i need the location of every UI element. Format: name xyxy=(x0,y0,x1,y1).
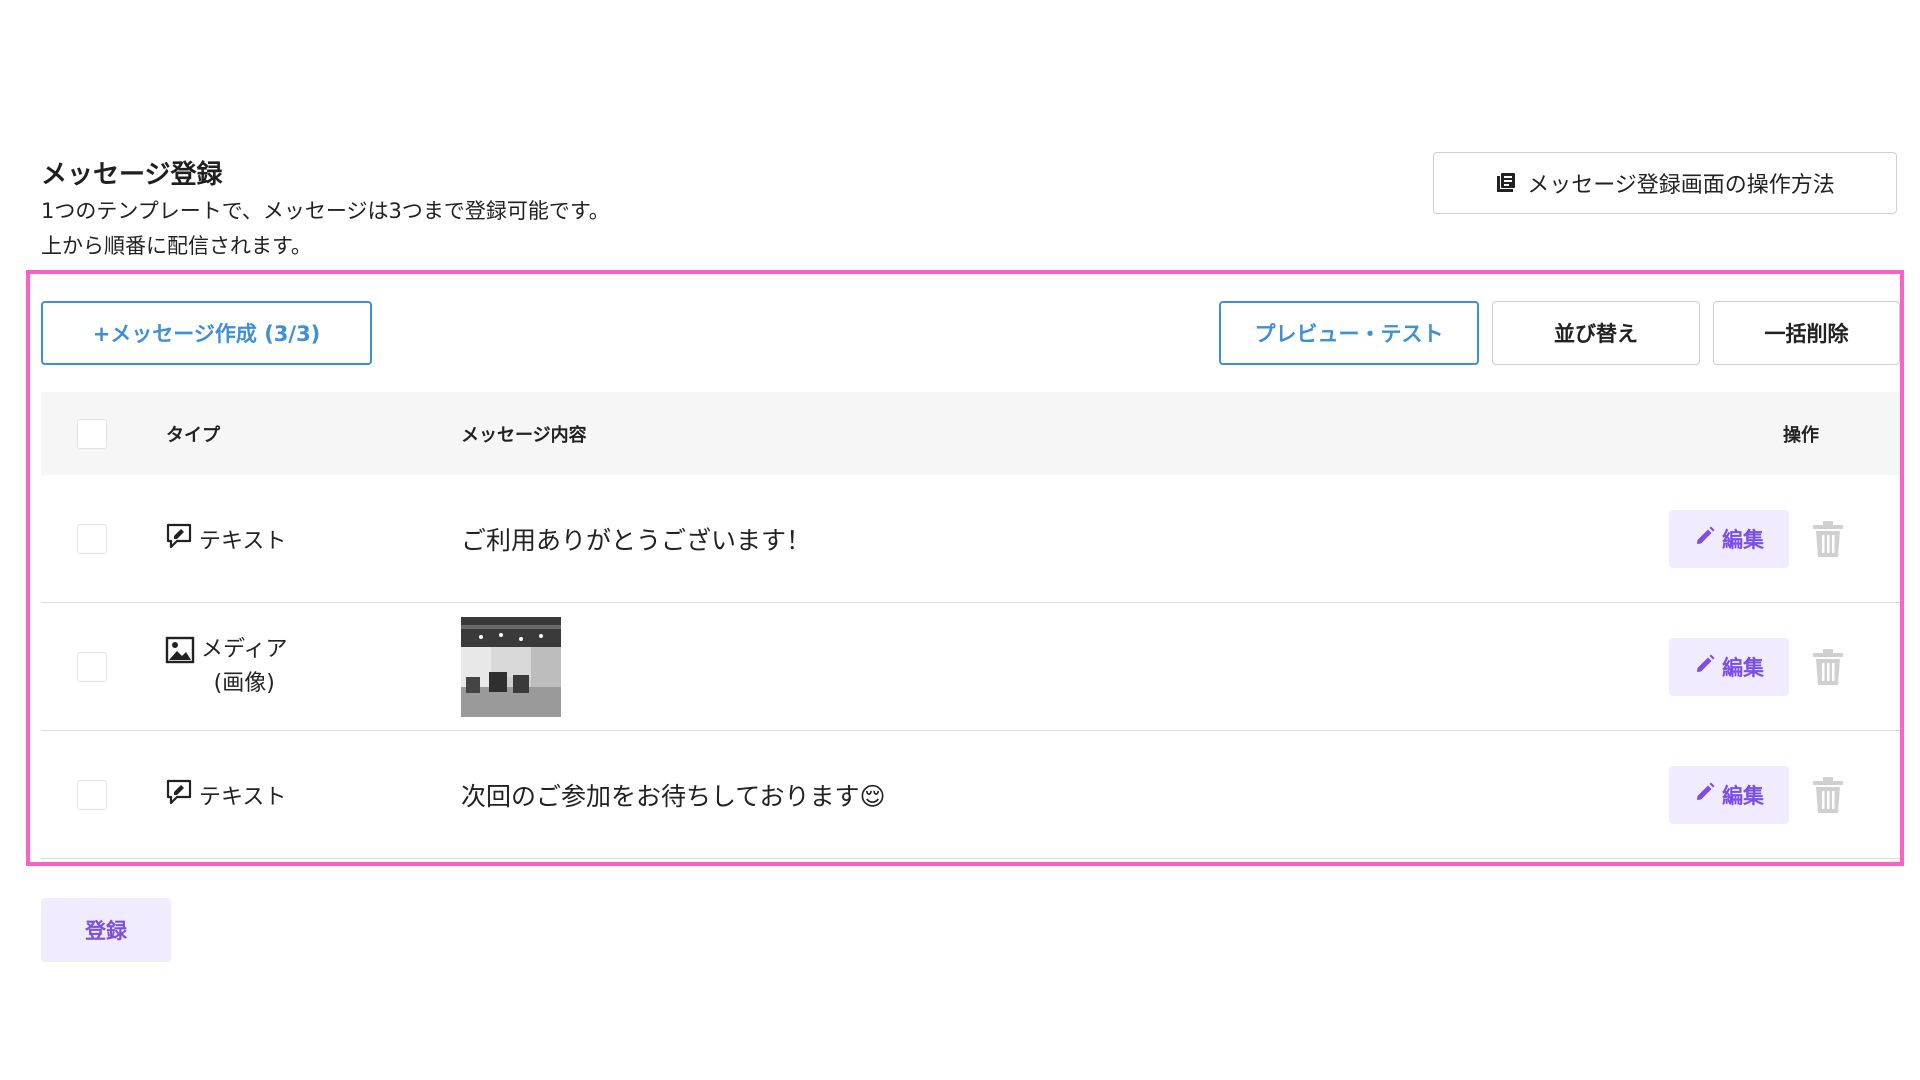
edit-label: 編集 xyxy=(1722,783,1764,808)
row-checkbox-cell xyxy=(77,731,107,858)
bulk-delete-button[interactable]: 一括削除 xyxy=(1713,301,1900,365)
row-operations: 編集 xyxy=(1669,731,1845,858)
message-table: タイプ メッセージ内容 操作 テキスト ご利用ありがとうございます！ 編集 メデ… xyxy=(41,392,1900,859)
description-line-1: 1つのテンプレートで、メッセージは3つまで登録可能です。 xyxy=(41,199,610,223)
row-checkbox[interactable] xyxy=(77,523,107,554)
row-checkbox-cell xyxy=(77,603,107,730)
message-content: ご利用ありがとうございます！ xyxy=(461,525,812,555)
row-checkbox-cell xyxy=(77,475,107,602)
pencil-icon xyxy=(1694,525,1716,552)
create-message-button[interactable]: +メッセージ作成 (3/3) xyxy=(41,301,372,365)
table-row: テキスト ご利用ありがとうございます！ 編集 xyxy=(41,475,1900,603)
column-header-operations: 操作 xyxy=(1783,424,1819,446)
sort-button[interactable]: 並び替え xyxy=(1492,301,1700,365)
edit-button[interactable]: 編集 xyxy=(1669,637,1789,696)
row-operations: 編集 xyxy=(1669,603,1845,730)
type-label: テキスト xyxy=(199,528,287,554)
header-checkbox-cell xyxy=(77,392,107,475)
row-type-cell: テキスト xyxy=(165,731,286,858)
message-registration-page: メッセージ登録 1つのテンプレートで、メッセージは3つまで登録可能です。 上から… xyxy=(0,0,1920,1080)
column-header-type: タイプ xyxy=(166,424,220,446)
description-line-2: 上から順番に配信されます。 xyxy=(41,234,312,258)
row-checkbox[interactable] xyxy=(77,651,107,682)
select-all-checkbox[interactable] xyxy=(77,418,107,449)
trash-icon[interactable] xyxy=(1811,648,1845,686)
trash-icon[interactable] xyxy=(1811,776,1845,814)
table-header: タイプ メッセージ内容 操作 xyxy=(41,392,1900,475)
message-content xyxy=(461,603,561,730)
type-sub-label: (画像) xyxy=(213,670,275,696)
preview-test-button[interactable]: プレビュー・テスト xyxy=(1219,301,1479,365)
edit-button[interactable]: 編集 xyxy=(1669,509,1789,568)
type-label: テキスト xyxy=(199,784,287,810)
trash-icon[interactable] xyxy=(1811,520,1845,558)
table-row: メディア (画像) 編集 xyxy=(41,603,1900,731)
image-icon xyxy=(165,636,195,670)
type-label-group: メディア (画像) xyxy=(201,633,287,701)
pencil-icon xyxy=(1694,781,1716,808)
row-operations: 編集 xyxy=(1669,475,1845,602)
edit-label: 編集 xyxy=(1722,527,1764,552)
media-thumbnail[interactable] xyxy=(461,616,561,717)
edit-label: 編集 xyxy=(1722,655,1764,680)
message-content: 次回のご参加をお待ちしております😌 xyxy=(461,781,886,811)
type-label: メディア xyxy=(201,636,288,662)
register-button[interactable]: 登録 xyxy=(41,898,171,962)
page-description: 1つのテンプレートで、メッセージは3つまで登録可能です。 上から順番に配信されま… xyxy=(41,194,610,264)
edit-button[interactable]: 編集 xyxy=(1669,765,1789,824)
column-header-content: メッセージ内容 xyxy=(461,424,587,446)
book-icon xyxy=(1495,172,1517,194)
page-title: メッセージ登録 xyxy=(41,160,223,190)
row-type-cell: メディア (画像) xyxy=(165,603,287,730)
row-checkbox[interactable] xyxy=(77,779,107,810)
chat-text-icon xyxy=(165,522,193,556)
pencil-icon xyxy=(1694,653,1716,680)
table-row: テキスト 次回のご参加をお待ちしております😌 編集 xyxy=(41,731,1900,859)
row-type-cell: テキスト xyxy=(165,475,286,602)
chat-text-icon xyxy=(165,778,193,812)
help-guide-button[interactable]: メッセージ登録画面の操作方法 xyxy=(1433,152,1897,214)
help-guide-label: メッセージ登録画面の操作方法 xyxy=(1527,173,1835,198)
